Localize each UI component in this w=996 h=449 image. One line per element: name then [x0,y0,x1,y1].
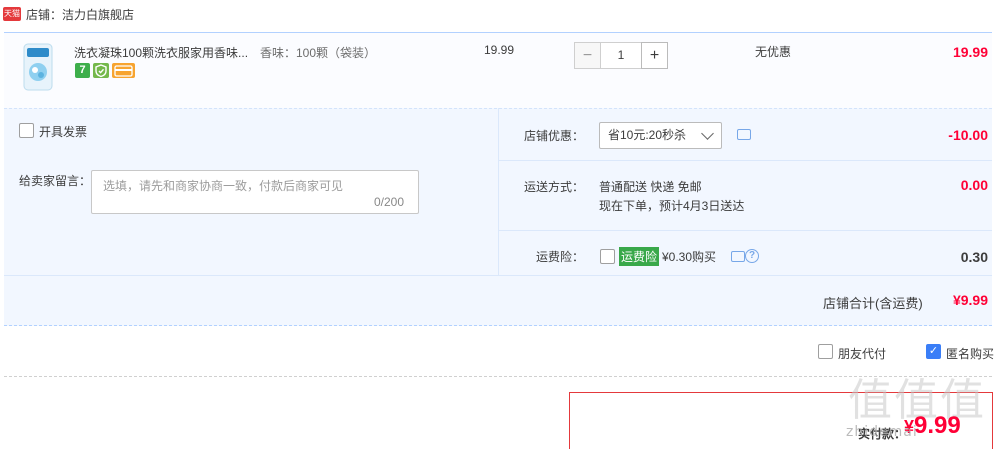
shop-discount-amount: -10.00 [948,127,988,143]
insurance-price: ¥0.30购买 [662,250,717,264]
friend-pay-label[interactable]: 朋友代付 [838,345,886,362]
seven-day-return-badge[interactable]: 7 [75,63,90,78]
friend-pay-checkbox[interactable] [818,344,833,359]
increase-quantity-button[interactable]: + [641,42,668,69]
chat-icon[interactable] [737,129,751,140]
insurance-tag: 运费险 [619,247,660,266]
divider [4,275,992,276]
unit-price: 19.99 [484,43,515,57]
watermark-text: zhidemai [846,424,918,440]
item-subtotal: 19.99 [952,44,988,60]
card-icon[interactable] [112,63,135,78]
shipping-method: 普通配送 快递 免邮 [599,180,702,194]
divider [4,376,992,377]
shop-discount-label: 店铺优惠： [524,129,585,143]
divider [499,160,992,161]
insurance-checkbox[interactable] [600,249,615,264]
shipping-label: 运送方式： [524,180,585,194]
item-promotion: 无优惠 [755,45,792,59]
message-label: 给卖家留言： [19,174,92,188]
shipping-eta: 现在下单，预计4月3日送达 [599,199,745,213]
insurance-label: 运费险： [536,250,585,264]
store-total-amount: ¥9.99 [952,292,988,308]
divider [499,230,992,231]
shipping-amount: 0.00 [960,177,988,193]
insurance-amount: 0.30 [960,249,988,265]
anonymous-checkbox[interactable]: ✓ [926,344,941,359]
help-icon[interactable]: ? [745,249,759,263]
store-total-label: 店铺合计(含运费) [823,296,923,311]
message-placeholder: 选填，请先和商家协商一致，付款后商家可见 [103,179,344,193]
chat-icon[interactable] [731,251,745,262]
quantity-stepper: − 1 + [574,42,668,69]
store-name[interactable]: 店铺：洁力白旗舰店 [26,6,134,23]
item-title-link[interactable]: 洗衣凝珠100颗洗衣服家用香味... [74,44,256,61]
quantity-input[interactable]: 1 [601,42,641,69]
service-badges: 7 [75,63,135,78]
invoice-checkbox[interactable] [19,123,34,138]
anonymous-label[interactable]: 匿名购买 [946,345,994,362]
pay-amount-value: 9.99 [914,412,961,439]
invoice-label[interactable]: 开具发票 [39,123,87,140]
tmall-logo-icon: 天猫 [3,7,21,21]
divider [498,108,499,275]
message-char-counter: 0/200 [374,195,405,209]
guarantee-icon[interactable] [93,63,109,78]
item-sku: 香味：100颗（袋装） [260,46,377,60]
detergent-bag-icon[interactable] [18,42,58,92]
decrease-quantity-button[interactable]: − [574,42,601,69]
